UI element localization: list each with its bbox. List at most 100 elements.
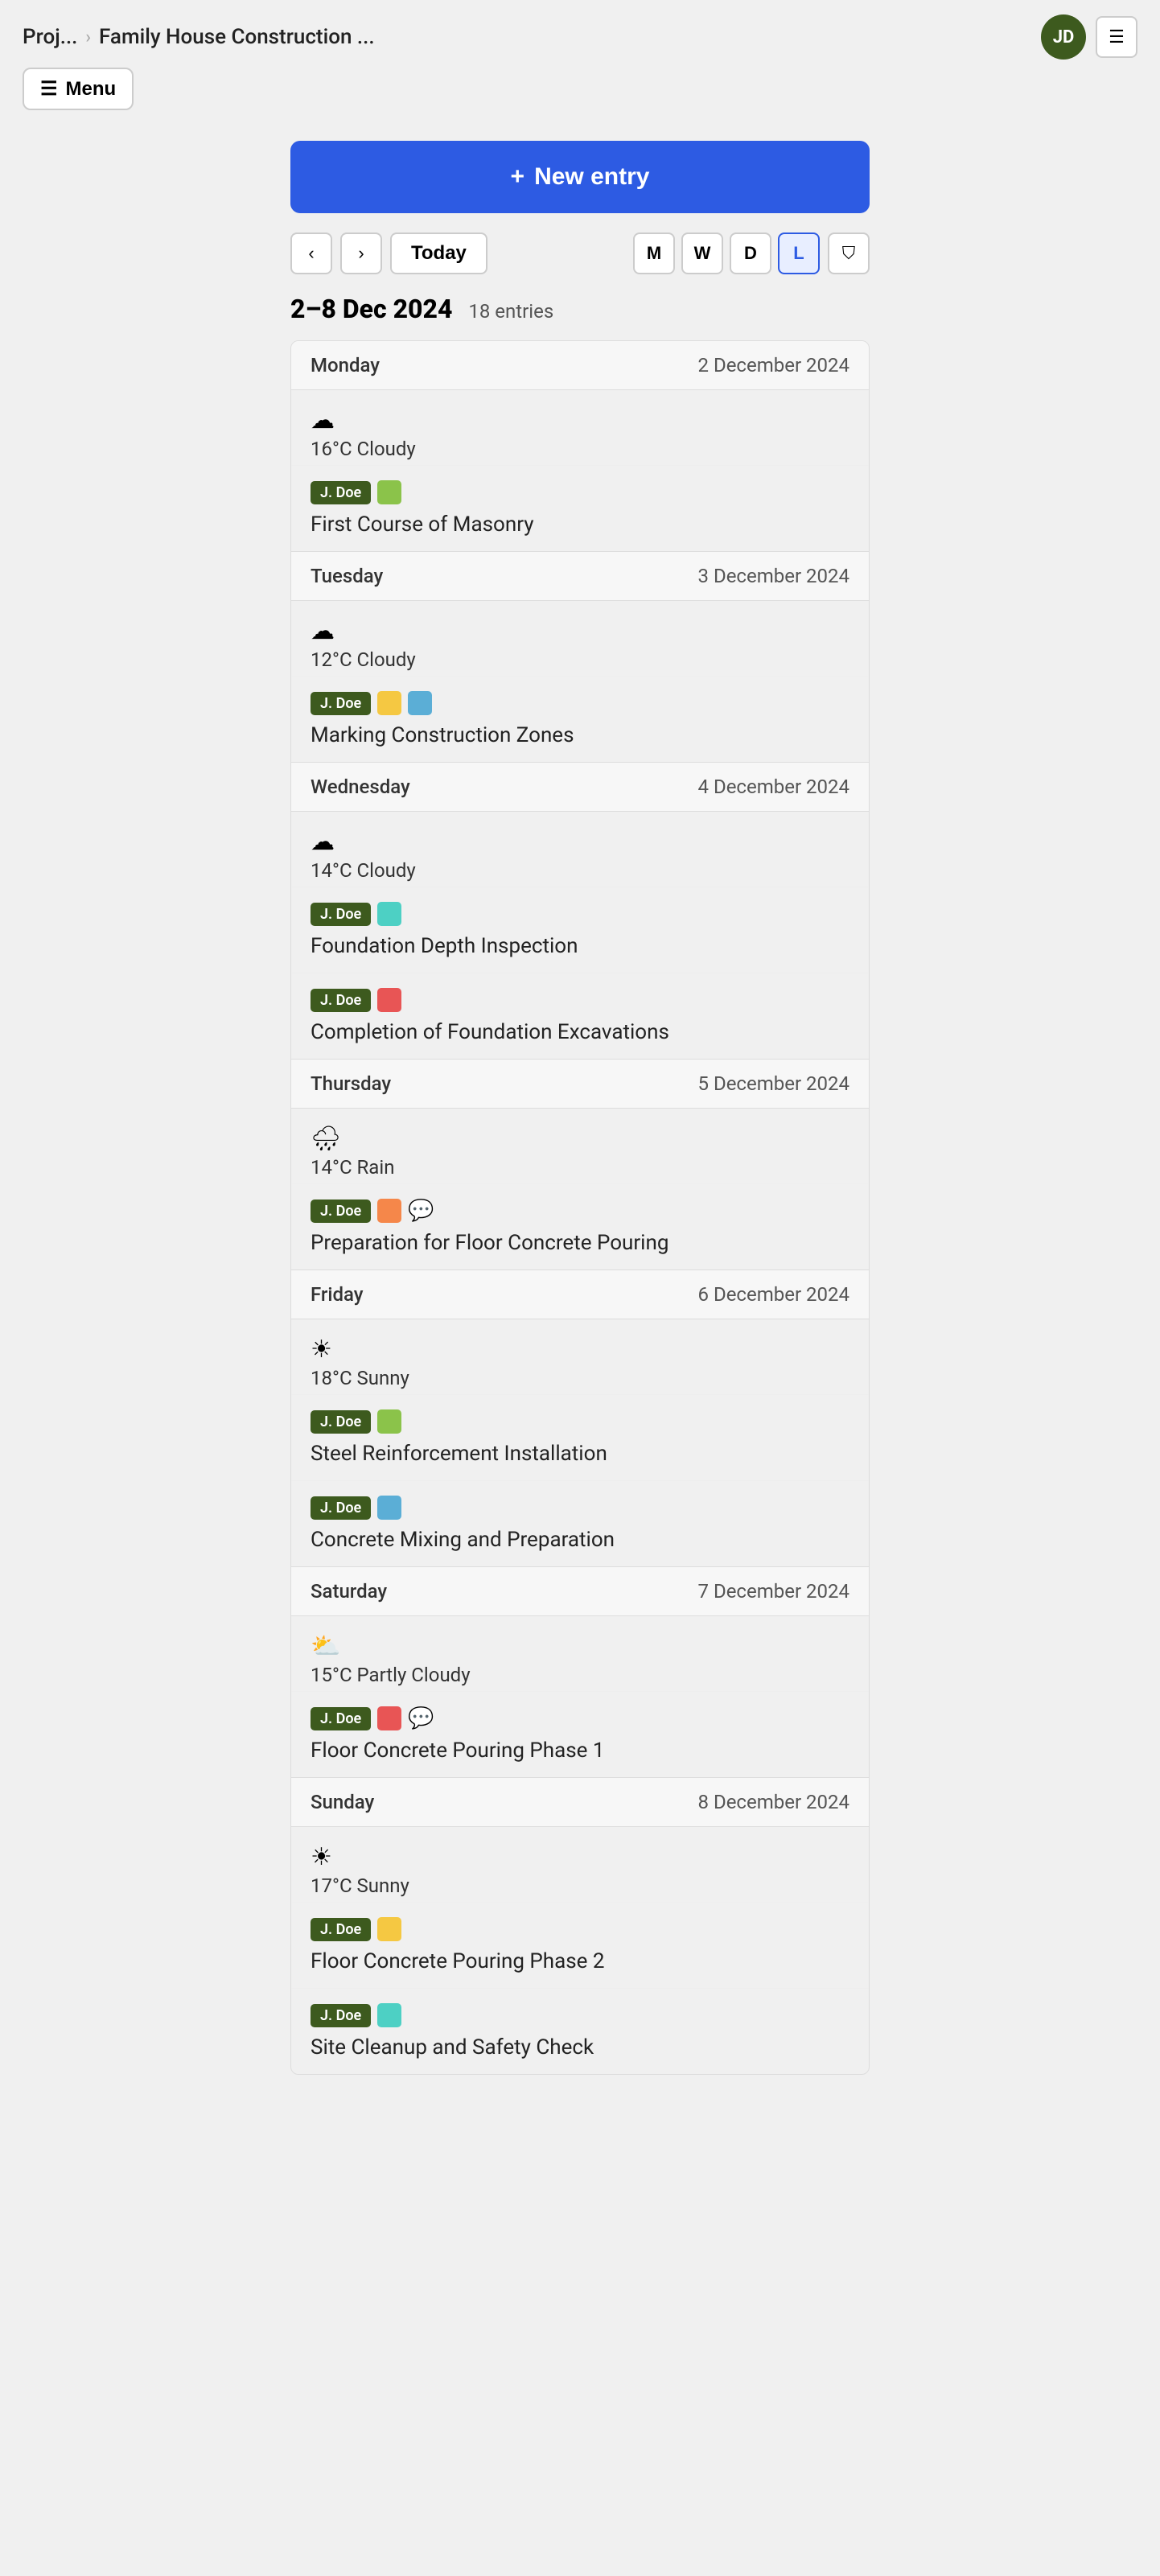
entry-title: Marking Construction Zones xyxy=(311,723,849,747)
entry-row[interactable]: J. Doe💬 Floor Concrete Pouring Phase 1 xyxy=(291,1692,869,1777)
entry-title: Completion of Foundation Excavations xyxy=(311,1020,849,1044)
day-date: 3 December 2024 xyxy=(698,565,850,587)
entry-title: Site Cleanup and Safety Check xyxy=(311,2035,849,2060)
user-badge: J. Doe xyxy=(311,1707,371,1730)
view-week-button[interactable]: W xyxy=(681,232,723,274)
comment-icon: 💬 xyxy=(408,1199,434,1223)
weather-row: 🌧 14°C Rain xyxy=(291,1109,869,1184)
day-section: Sunday 8 December 2024 ☀ 17°C Sunny J. D… xyxy=(291,1778,869,2074)
weather-text: 16°C Cloudy xyxy=(311,438,849,460)
hamburger-icon-button[interactable]: ☰ xyxy=(1096,16,1137,58)
weather-row: ☁ 14°C Cloudy xyxy=(291,812,869,887)
day-section: Tuesday 3 December 2024 ☁ 12°C Cloudy J.… xyxy=(291,552,869,763)
header: Proj... › Family House Construction ... … xyxy=(0,0,1160,68)
breadcrumb-separator: › xyxy=(85,27,91,47)
entry-row[interactable]: J. Doe Site Cleanup and Safety Check xyxy=(291,1989,869,2074)
entry-badges: J. Doe xyxy=(311,480,849,504)
user-badge: J. Doe xyxy=(311,989,371,1012)
weather-row: ⛅ 15°C Partly Cloudy xyxy=(291,1616,869,1692)
entry-title: Preparation for Floor Concrete Pouring xyxy=(311,1231,849,1255)
user-badge: J. Doe xyxy=(311,481,371,504)
weather-row: ☁ 16°C Cloudy xyxy=(291,390,869,466)
entry-title: Steel Reinforcement Installation xyxy=(311,1442,849,1466)
view-month-button[interactable]: M xyxy=(633,232,675,274)
user-badge: J. Doe xyxy=(311,692,371,715)
entry-row[interactable]: J. Doe 💬 Preparation for Floor Concrete Po… xyxy=(291,1184,869,1269)
breadcrumb-full[interactable]: Family House Construction ... xyxy=(99,25,375,49)
weather-text: 18°C Sunny xyxy=(311,1367,849,1389)
day-section: Thursday 5 December 2024 🌧 14°C Rain J. … xyxy=(291,1060,869,1270)
entry-row[interactable]: J. Doe Steel Reinforcement Installation xyxy=(291,1395,869,1481)
user-badge: J. Doe xyxy=(311,1918,371,1941)
day-header: Wednesday 4 December 2024 xyxy=(291,763,869,812)
weather-row: ☀ 18°C Sunny xyxy=(291,1319,869,1395)
hamburger-icon: ☰ xyxy=(40,77,58,101)
color-badge xyxy=(377,2003,401,2027)
view-buttons: M W D L xyxy=(633,232,820,274)
color-badge xyxy=(377,902,401,926)
day-name: Wednesday xyxy=(311,776,410,798)
day-date: 7 December 2024 xyxy=(698,1580,850,1603)
weather-text: 15°C Partly Cloudy xyxy=(311,1664,849,1686)
color-badge xyxy=(377,988,401,1012)
entry-badges: J. Doe xyxy=(311,1917,849,1941)
weather-text: 17°C Sunny xyxy=(311,1874,849,1897)
user-badge: J. Doe xyxy=(311,903,371,926)
entry-badges: J. Doe xyxy=(311,2003,849,2027)
color-badge xyxy=(408,691,432,715)
header-actions: JD ☰ xyxy=(1041,14,1137,60)
entry-badges: J. Doe xyxy=(311,691,849,715)
day-name: Monday xyxy=(311,354,380,377)
entry-badges: J. Doe xyxy=(311,1409,849,1434)
avatar[interactable]: JD xyxy=(1041,14,1086,60)
day-name: Tuesday xyxy=(311,565,383,587)
color-badge xyxy=(377,1409,401,1434)
entry-badges: J. Doe xyxy=(311,1496,849,1520)
entry-row[interactable]: J. DoeFirst Course of Masonry xyxy=(291,466,869,551)
prev-button[interactable]: ‹ xyxy=(290,232,332,274)
day-name: Saturday xyxy=(311,1580,387,1603)
entry-badges: J. Doe💬 xyxy=(311,1706,849,1730)
day-section: Friday 6 December 2024 ☀ 18°C Sunny J. D… xyxy=(291,1270,869,1567)
entry-title: Concrete Mixing and Preparation xyxy=(311,1528,849,1552)
filter-button[interactable]: ⛉ xyxy=(828,232,870,274)
menu-button[interactable]: ☰ Menu xyxy=(23,68,134,110)
entry-row[interactable]: J. Doe Completion of Foundation Excavatio… xyxy=(291,973,869,1059)
day-name: Thursday xyxy=(311,1072,391,1095)
today-button[interactable]: Today xyxy=(390,232,487,274)
day-header: Tuesday 3 December 2024 xyxy=(291,552,869,601)
color-badge xyxy=(377,480,401,504)
day-date: 5 December 2024 xyxy=(698,1072,850,1095)
weather-icon: ⛅ xyxy=(311,1632,849,1660)
new-entry-button[interactable]: + New entry xyxy=(290,141,870,213)
weather-icon: ☁ xyxy=(311,406,849,434)
user-badge: J. Doe xyxy=(311,1410,371,1434)
entry-title: Floor Concrete Pouring Phase 1 xyxy=(311,1739,849,1763)
view-list-button[interactable]: L xyxy=(778,232,820,274)
entry-row[interactable]: J. DoeFoundation Depth Inspection xyxy=(291,887,869,973)
day-date: 4 December 2024 xyxy=(698,776,850,798)
weather-icon: ☀ xyxy=(311,1335,849,1364)
breadcrumb-short[interactable]: Proj... xyxy=(23,25,77,49)
color-badge xyxy=(377,1917,401,1941)
weather-icon: ☁ xyxy=(311,617,849,645)
entry-row[interactable]: J. Doe Concrete Mixing and Preparation xyxy=(291,1481,869,1566)
date-range: 2–8 Dec 2024 xyxy=(290,294,452,324)
main-content: + New entry ‹ › Today M W D L ⛉ 2–8 Dec … xyxy=(274,141,886,2075)
weather-icon: 🌧 xyxy=(311,1125,849,1153)
next-button[interactable]: › xyxy=(340,232,382,274)
day-header: Thursday 5 December 2024 xyxy=(291,1060,869,1109)
day-date: 8 December 2024 xyxy=(698,1791,850,1813)
day-date: 2 December 2024 xyxy=(698,354,850,377)
entry-row[interactable]: J. Doe Marking Construction Zones xyxy=(291,677,869,762)
user-badge: J. Doe xyxy=(311,2004,371,2027)
entry-title: Floor Concrete Pouring Phase 2 xyxy=(311,1949,849,1973)
day-header: Monday 2 December 2024 xyxy=(291,341,869,390)
user-badge: J. Doe xyxy=(311,1200,371,1223)
day-date: 6 December 2024 xyxy=(698,1283,850,1306)
entry-row[interactable]: J. Doe Floor Concrete Pouring Phase 2 xyxy=(291,1903,869,1989)
view-day-button[interactable]: D xyxy=(730,232,771,274)
day-name: Sunday xyxy=(311,1791,374,1813)
date-range-row: 2–8 Dec 2024 18 entries xyxy=(290,294,870,324)
day-name: Friday xyxy=(311,1283,364,1306)
